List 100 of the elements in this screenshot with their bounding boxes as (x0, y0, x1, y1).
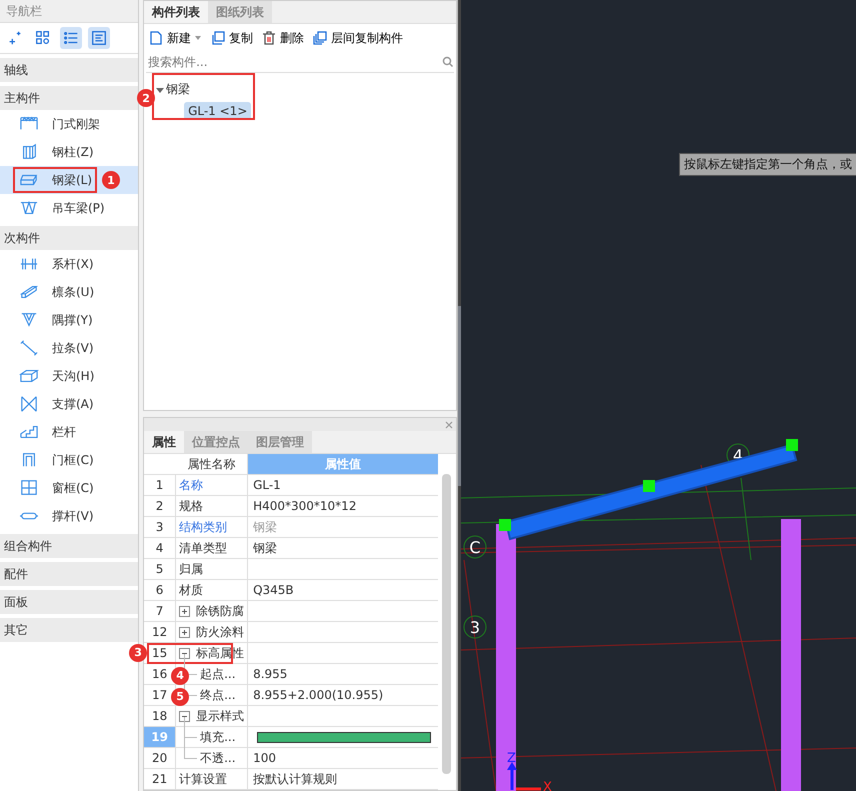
property-value[interactable]: Q345B (253, 580, 294, 600)
list-icon (62, 29, 80, 47)
expand-toggle[interactable] (179, 626, 190, 638)
category-header[interactable]: 其它 (0, 618, 138, 642)
copy-icon (210, 30, 226, 46)
row-number: 12 (144, 622, 176, 642)
nav-item[interactable]: 天沟(H) (0, 362, 138, 390)
color-swatch[interactable] (257, 732, 432, 742)
view-toggle-button[interactable] (60, 27, 82, 49)
toolbar-button[interactable]: 层间复制构件 (310, 28, 406, 48)
property-name: 清单类型 (179, 540, 228, 557)
grip-point[interactable] (499, 519, 511, 531)
scrollbar[interactable] (442, 474, 452, 774)
nav-item[interactable]: 钢梁(L) 1 (0, 166, 138, 194)
category-header[interactable]: 配件 (0, 562, 138, 586)
nav-item[interactable]: 撑杆(V) (0, 502, 138, 530)
category-header[interactable]: 轴线 (0, 58, 138, 82)
axis-marker: 3 (464, 616, 486, 638)
expand-toggle[interactable] (179, 648, 190, 658)
tab[interactable]: 构件列表 (144, 1, 208, 23)
row-number: 18 (144, 706, 176, 726)
tree-connector (184, 738, 198, 759)
toolbar-button[interactable]: 删除 (259, 28, 306, 48)
nav-item[interactable]: 支撑(A) (0, 390, 138, 418)
callout-badge: 2 (137, 89, 156, 107)
railing-icon (18, 423, 40, 441)
splitter-handle[interactable] (458, 306, 461, 486)
tree-node[interactable]: 钢梁 (166, 81, 190, 98)
row-number: 1 (144, 475, 176, 495)
copy-icon (312, 30, 328, 46)
view-toggle-button[interactable] (88, 27, 110, 49)
tooltip: 按鼠标左键指定第一个角点，或 (679, 153, 856, 176)
expand-toggle[interactable] (179, 606, 190, 616)
property-name: 名称 (179, 477, 204, 494)
expand-arrow-icon[interactable] (156, 86, 164, 94)
bracing-icon (18, 395, 40, 413)
row-number: 21 (144, 769, 176, 789)
toolbar-button[interactable]: 新建 (146, 28, 204, 48)
grip-point[interactable] (643, 480, 655, 492)
property-name: 材质 (179, 582, 204, 599)
crane-beam-icon (18, 199, 40, 217)
property-name: 终点... (200, 687, 236, 704)
row-number: 4 (144, 538, 176, 558)
grip-point[interactable] (786, 439, 798, 451)
axis-marker: C (464, 536, 486, 558)
window-frame-icon (18, 479, 40, 497)
nav-item[interactable]: 拉条(V) (0, 334, 138, 362)
property-value[interactable]: 8.955+2.000(10.955) (253, 685, 384, 705)
caret-icon (194, 34, 202, 42)
category-header[interactable]: 次构件 (0, 226, 138, 250)
property-name: 显示样式 (196, 708, 244, 725)
category-header[interactable]: 主构件 (0, 86, 138, 110)
column-header: 属性值 (248, 454, 438, 474)
tab[interactable]: 属性 (144, 431, 184, 453)
diagonal-rod-icon (18, 339, 40, 357)
search-field[interactable]: 搜索构件... (146, 54, 442, 70)
category-header[interactable]: 面板 (0, 590, 138, 614)
grid-icon (34, 29, 52, 47)
nav-item[interactable]: 栏杆 (0, 418, 138, 446)
search-icon (442, 56, 454, 68)
gutter-icon (18, 367, 40, 385)
nav-item[interactable]: 系杆(X) (0, 250, 138, 278)
expand-toggle[interactable] (179, 710, 190, 722)
property-value[interactable]: 按默认计算规则 (253, 769, 338, 789)
toolbar-button[interactable]: 复制 (208, 28, 256, 48)
row-number: 20 (144, 748, 176, 768)
row-number: 7 (144, 601, 176, 621)
property-name: 计算设置 (179, 771, 228, 788)
nav-item[interactable]: 檩条(U) (0, 278, 138, 306)
property-value[interactable]: 钢梁 (253, 538, 278, 558)
new-file-icon (148, 30, 164, 46)
property-value[interactable]: H400*300*10*12 (253, 496, 356, 516)
nav-item[interactable]: 吊车梁(P) (0, 194, 138, 222)
nav-item[interactable]: 门式刚架 (0, 110, 138, 138)
row-number: 5 (144, 559, 176, 579)
row-number: 3 (144, 517, 176, 537)
callout-badge: 4 (171, 667, 190, 685)
panel-title: 导航栏 (0, 0, 138, 23)
detail-list-icon (90, 29, 108, 47)
purlin-icon (18, 283, 40, 301)
tree-connector (184, 717, 198, 738)
nav-item[interactable]: 窗框(C) (0, 474, 138, 502)
property-name: 规格 (179, 498, 204, 515)
row-number: 2 (144, 496, 176, 516)
row-number: 19 (144, 727, 176, 747)
row-number: 6 (144, 580, 176, 600)
callout-badge: 3 (129, 644, 148, 662)
delete-icon (261, 30, 278, 46)
callout-badge: 5 (171, 688, 190, 706)
axis-gizmo-drawing: Z X (507, 751, 552, 791)
nav-item[interactable]: 隅撑(Y) (0, 306, 138, 334)
nav-item[interactable]: 门框(C) (0, 446, 138, 474)
category-header[interactable]: 组合构件 (0, 534, 138, 558)
property-value[interactable]: 100 (253, 748, 276, 768)
property-value[interactable]: 8.955 (253, 664, 288, 684)
property-value[interactable]: GL-1 (253, 475, 281, 495)
property-name: 防火涂料 (196, 624, 244, 641)
nav-item[interactable]: 钢柱(Z) (0, 138, 138, 166)
property-name: 归属 (179, 561, 204, 578)
property-name: 填充... (200, 729, 236, 746)
